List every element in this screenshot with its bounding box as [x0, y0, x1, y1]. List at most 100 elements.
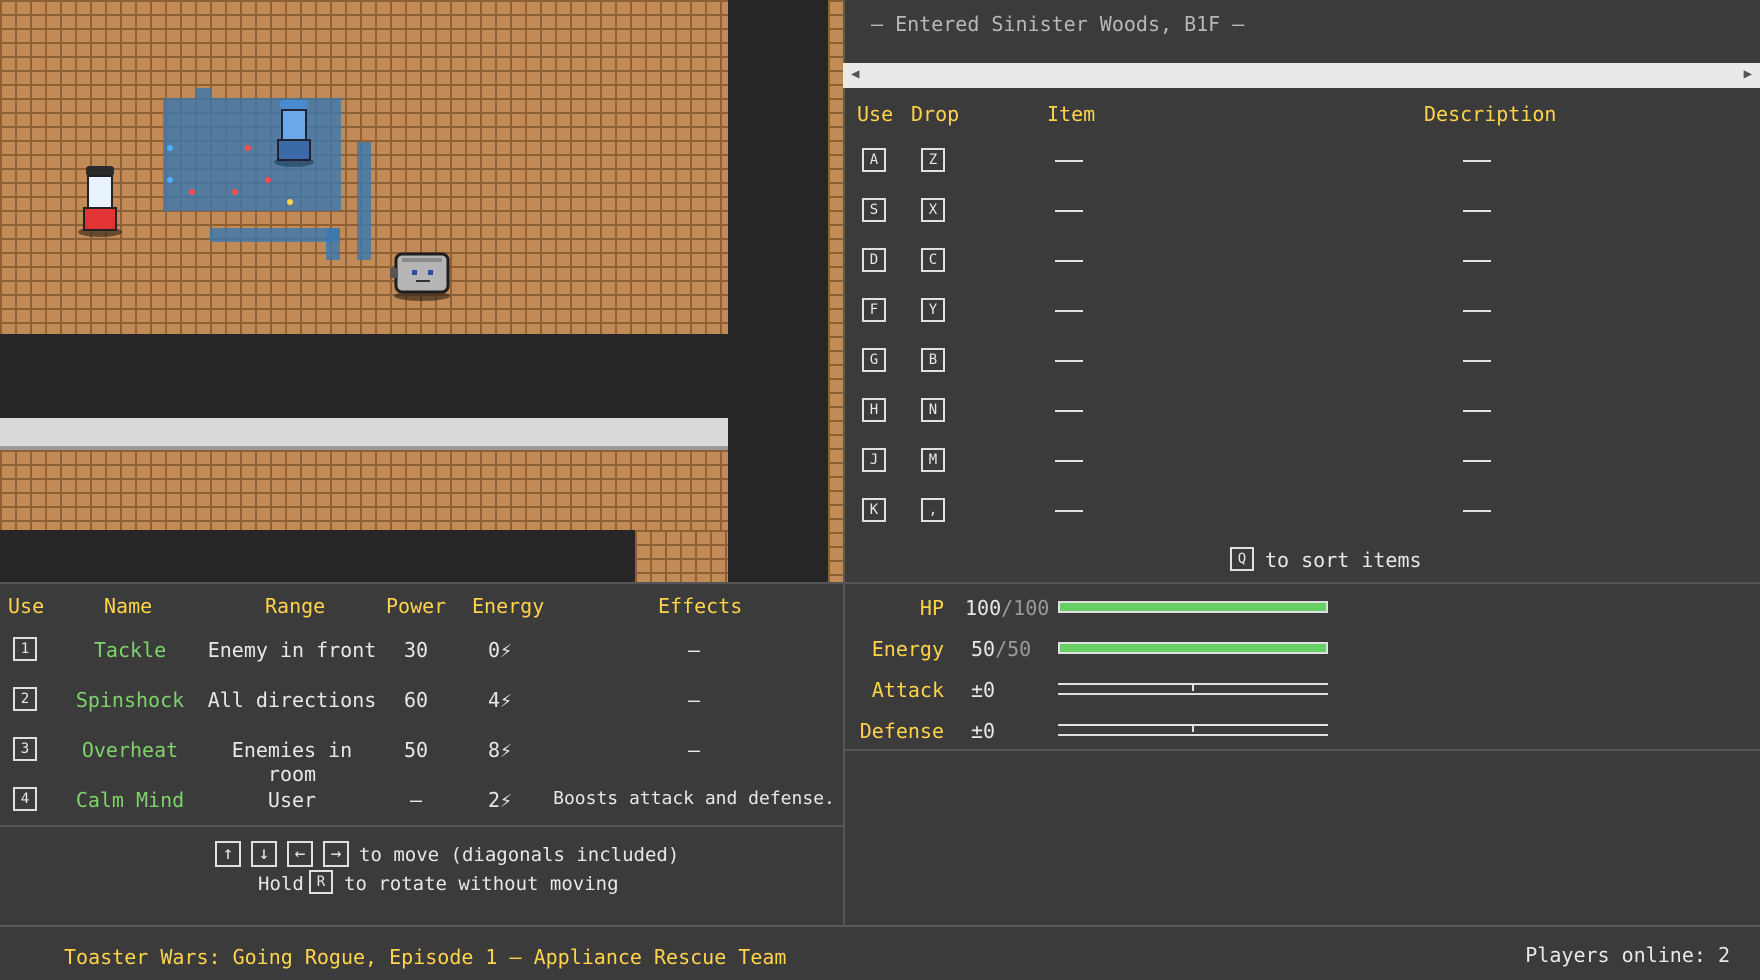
- item-empty: [1055, 210, 1083, 212]
- sort-key[interactable]: Q: [1230, 547, 1254, 571]
- water-stream: [357, 142, 371, 260]
- description-empty: [1463, 510, 1491, 512]
- move-effects: —: [687, 738, 701, 762]
- drop-key[interactable]: Z: [921, 148, 945, 172]
- moves-header-energy: Energy: [472, 594, 545, 618]
- room-floor-lower-right: [635, 530, 728, 582]
- left-arrow-key: ←: [287, 841, 313, 867]
- inventory-header-description: Description: [1424, 102, 1557, 126]
- description-empty: [1463, 260, 1491, 262]
- moves-header-use: Use: [8, 594, 45, 618]
- hp-bar: [1058, 601, 1328, 613]
- use-key[interactable]: A: [862, 148, 886, 172]
- drop-key[interactable]: ,: [921, 498, 945, 522]
- room-floor-lower: [0, 450, 728, 530]
- water-edge: [196, 88, 212, 98]
- divider: [843, 749, 1760, 751]
- ally-blender[interactable]: [272, 98, 316, 168]
- move-energy: 8⚡: [487, 738, 513, 762]
- use-key[interactable]: S: [862, 198, 886, 222]
- move-power: 60: [403, 688, 429, 712]
- move-key[interactable]: 1: [13, 637, 37, 661]
- player-blender[interactable]: [74, 162, 126, 238]
- hp-current: 100: [965, 596, 1002, 620]
- move-key[interactable]: 2: [13, 687, 37, 711]
- wall-shadow-right: [728, 0, 828, 582]
- players-online: Players online: 2: [1525, 943, 1730, 967]
- up-arrow-key: ↑: [215, 841, 241, 867]
- scroll-right-icon[interactable]: ▶: [1744, 66, 1752, 82]
- divider: [0, 582, 843, 584]
- use-key[interactable]: G: [862, 348, 886, 372]
- hp-max: /100: [1001, 596, 1050, 620]
- item-empty: [1055, 510, 1083, 512]
- move-effects: —: [687, 688, 701, 712]
- description-empty: [1463, 460, 1491, 462]
- drop-key[interactable]: C: [921, 248, 945, 272]
- sort-text: to sort items: [1265, 548, 1422, 572]
- lower-dark-area: [0, 530, 635, 582]
- toaster-enemy[interactable]: [390, 248, 454, 302]
- drop-key[interactable]: B: [921, 348, 945, 372]
- ledge: [0, 418, 728, 450]
- moves-header-effects: Effects: [658, 594, 743, 618]
- inventory-header-drop: Drop: [911, 102, 960, 126]
- moves-header-name: Name: [104, 594, 153, 618]
- description-empty: [1463, 410, 1491, 412]
- attack-marker: [1192, 683, 1194, 691]
- move-name: Calm Mind: [75, 788, 185, 812]
- attack-value: ±0: [971, 678, 996, 702]
- move-effects: —: [687, 638, 701, 662]
- inventory-header-use: Use: [857, 102, 894, 126]
- move-power: 30: [403, 638, 429, 662]
- use-key[interactable]: D: [862, 248, 886, 272]
- use-key[interactable]: H: [862, 398, 886, 422]
- use-key[interactable]: J: [862, 448, 886, 472]
- move-name: Spinshock: [75, 688, 185, 712]
- game-map[interactable]: [0, 0, 843, 582]
- energy-value: 50/50: [971, 637, 1031, 661]
- moves-header-power: Power: [386, 594, 447, 618]
- item-empty: [1055, 310, 1083, 312]
- scroll-left-icon[interactable]: ◀: [851, 66, 859, 82]
- rotate-help-text: to rotate without moving: [344, 873, 619, 895]
- log-message: — Entered Sinister Woods, B1F —: [871, 12, 1245, 36]
- item-empty: [1055, 410, 1083, 412]
- room-floor-edge: [828, 0, 843, 582]
- drop-key[interactable]: Y: [921, 298, 945, 322]
- game-title: Toaster Wars: Going Rogue, Episode 1 — A…: [64, 945, 787, 969]
- move-energy: 0⚡: [487, 638, 513, 662]
- move-help-text: to move (diagonals included): [359, 844, 680, 866]
- description-empty: [1463, 210, 1491, 212]
- rotate-key: R: [309, 870, 333, 894]
- move-range: Enemies in room: [231, 738, 353, 786]
- move-power: 50: [403, 738, 429, 762]
- moves-header-range: Range: [265, 594, 326, 618]
- move-key[interactable]: 3: [13, 737, 37, 761]
- move-name: Tackle: [93, 638, 167, 662]
- item-empty: [1055, 460, 1083, 462]
- drop-key[interactable]: X: [921, 198, 945, 222]
- divider: [0, 825, 843, 827]
- corridor: [0, 334, 843, 420]
- description-empty: [1463, 310, 1491, 312]
- defense-slider: [1058, 724, 1328, 736]
- move-key[interactable]: 4: [13, 787, 37, 811]
- move-range: User: [267, 788, 317, 812]
- divider: [843, 582, 845, 925]
- item-empty: [1055, 360, 1083, 362]
- energy-bar: [1058, 642, 1328, 654]
- message-log: — Entered Sinister Woods, B1F —: [843, 0, 1760, 63]
- down-arrow-key: ↓: [251, 841, 277, 867]
- log-scrollbar[interactable]: ◀ ▶: [843, 63, 1760, 88]
- use-key[interactable]: F: [862, 298, 886, 322]
- move-energy: 4⚡: [487, 688, 513, 712]
- footer: Toaster Wars: Going Rogue, Episode 1 — A…: [0, 925, 1760, 980]
- energy-current: 50: [971, 637, 996, 661]
- move-effects: Boosts attack and defense.: [553, 788, 835, 809]
- side-panel: [843, 0, 1760, 925]
- drop-key[interactable]: N: [921, 398, 945, 422]
- move-range: All directions: [207, 688, 377, 712]
- use-key[interactable]: K: [862, 498, 886, 522]
- drop-key[interactable]: M: [921, 448, 945, 472]
